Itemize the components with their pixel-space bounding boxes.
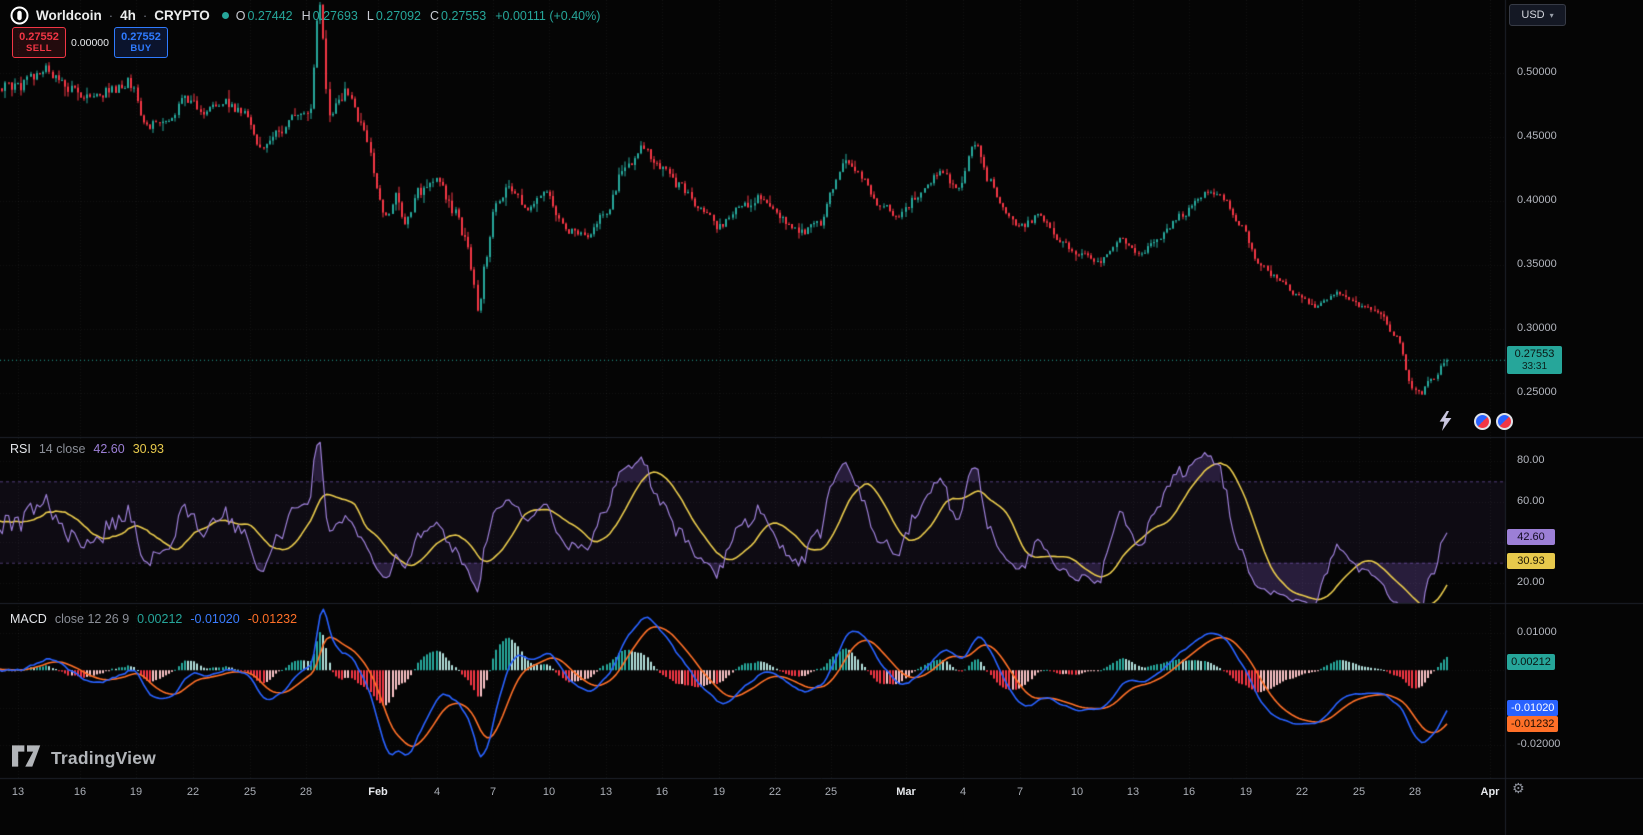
time-axis-label: 19 bbox=[1240, 786, 1252, 798]
rsi-value-tag: 42.60 bbox=[1507, 529, 1555, 545]
time-axis-label: Mar bbox=[896, 786, 916, 798]
last-price-value: 0.27553 bbox=[1507, 347, 1562, 361]
symbol-legend: Worldcoin · 4h · CRYPTO O0.27442 H0.2769… bbox=[10, 6, 600, 25]
market-status-dot bbox=[222, 12, 229, 19]
sell-label: SELL bbox=[26, 43, 52, 54]
time-axis-label: 13 bbox=[12, 786, 24, 798]
worldcoin-logo-icon bbox=[10, 6, 29, 25]
time-axis-label: 7 bbox=[490, 786, 496, 798]
rsi-params: 14 close bbox=[39, 442, 86, 456]
price-axis-label: 0.30000 bbox=[1517, 322, 1557, 335]
open-value: 0.27442 bbox=[247, 9, 292, 23]
rsi-ma-tag: 30.93 bbox=[1507, 553, 1555, 569]
time-axis-label: 28 bbox=[1409, 786, 1421, 798]
price-axis-label: 0.45000 bbox=[1517, 130, 1557, 143]
macd-hist-value: 0.00212 bbox=[137, 612, 182, 626]
low-value: 0.27092 bbox=[376, 9, 421, 23]
macd-line-value: -0.01020 bbox=[190, 612, 239, 626]
tradingview-watermark[interactable]: TradingView bbox=[12, 744, 156, 773]
macd-signal-tag: -0.01232 bbox=[1507, 716, 1558, 732]
time-axis-label: 13 bbox=[1127, 786, 1139, 798]
close-label: C bbox=[430, 9, 439, 23]
rsi-title[interactable]: RSI bbox=[10, 442, 31, 456]
chart-canvas[interactable] bbox=[0, 0, 1643, 835]
buy-button[interactable]: 0.27552 BUY bbox=[114, 27, 168, 58]
sell-price: 0.27552 bbox=[19, 31, 59, 43]
timeframe-button[interactable]: 4h bbox=[120, 8, 136, 23]
currency-label: USD bbox=[1521, 9, 1544, 21]
low-label: L bbox=[367, 9, 374, 23]
settings-gear-icon[interactable]: ⚙ bbox=[1512, 780, 1525, 797]
price-axis-label: 0.25000 bbox=[1517, 386, 1557, 399]
time-axis[interactable]: 13 16 19 22 25 28 Feb 4 7 10 13 16 19 22 25 Mar 4 7 10 13 16… bbox=[0, 778, 1643, 835]
macd-axis-label: -0.02000 bbox=[1517, 738, 1560, 751]
time-axis-label: 10 bbox=[1071, 786, 1083, 798]
open-label: O bbox=[236, 9, 246, 23]
trade-panel: 0.27552 SELL 0.00000 0.27552 BUY bbox=[12, 27, 168, 58]
time-axis-label: 10 bbox=[543, 786, 555, 798]
price-scale[interactable]: 0.50000 0.45000 0.40000 0.35000 0.30000 0.250… bbox=[1505, 0, 1643, 835]
time-axis-label: 28 bbox=[300, 786, 312, 798]
price-axis-label: 0.35000 bbox=[1517, 258, 1557, 271]
macd-signal-value: -0.01232 bbox=[248, 612, 297, 626]
tradingview-logo-icon bbox=[12, 744, 42, 773]
rsi-axis-label: 80.00 bbox=[1517, 454, 1545, 467]
time-axis-label: 4 bbox=[434, 786, 440, 798]
buy-price: 0.27552 bbox=[121, 31, 161, 43]
last-price-countdown: 33:31 bbox=[1507, 361, 1562, 373]
high-value: 0.27693 bbox=[313, 9, 358, 23]
tradingview-logo-text: TradingView bbox=[51, 748, 156, 769]
rsi-legend: RSI 14 close 42.60 30.93 bbox=[10, 442, 164, 456]
time-axis-label: 19 bbox=[130, 786, 142, 798]
macd-line-tag: -0.01020 bbox=[1507, 700, 1558, 716]
ohlc-values: O0.27442 H0.27693 L0.27092 C0.27553 +0.0… bbox=[236, 9, 601, 23]
last-price-tag: 0.2755333:31 bbox=[1507, 346, 1562, 374]
legend-separator: · bbox=[109, 8, 113, 23]
close-value: 0.27553 bbox=[441, 9, 486, 23]
symbol-name[interactable]: Worldcoin bbox=[36, 8, 102, 23]
rsi-ma-value: 30.93 bbox=[133, 442, 164, 456]
spread-value: 0.00000 bbox=[66, 37, 114, 49]
price-axis-label: 0.50000 bbox=[1517, 66, 1557, 79]
time-axis-label: 22 bbox=[187, 786, 199, 798]
time-axis-label: 4 bbox=[960, 786, 966, 798]
macd-params: close 12 26 9 bbox=[55, 612, 129, 626]
macd-axis-label: 0.01000 bbox=[1517, 626, 1557, 639]
chevron-down-icon: ▾ bbox=[1550, 11, 1554, 20]
time-axis-label: 25 bbox=[825, 786, 837, 798]
time-axis-label: 13 bbox=[600, 786, 612, 798]
time-axis-label: Feb bbox=[368, 786, 388, 798]
legend-separator: · bbox=[143, 8, 147, 23]
lightning-icon[interactable] bbox=[1438, 411, 1453, 436]
time-axis-label: 16 bbox=[656, 786, 668, 798]
change-value: +0.00111 (+0.40%) bbox=[495, 9, 600, 23]
time-axis-label: 25 bbox=[1353, 786, 1365, 798]
price-axis-label: 0.40000 bbox=[1517, 194, 1557, 207]
time-axis-label: 22 bbox=[1296, 786, 1308, 798]
sell-button[interactable]: 0.27552 SELL bbox=[12, 27, 66, 58]
time-axis-label: Apr bbox=[1481, 786, 1500, 798]
high-label: H bbox=[302, 9, 311, 23]
rsi-value: 42.60 bbox=[93, 442, 124, 456]
macd-legend: MACD close 12 26 9 0.00212 -0.01020 -0.0… bbox=[10, 612, 297, 626]
chart-app: Worldcoin · 4h · CRYPTO O0.27442 H0.2769… bbox=[0, 0, 1643, 835]
rsi-axis-label: 60.00 bbox=[1517, 495, 1545, 508]
macd-title[interactable]: MACD bbox=[10, 612, 47, 626]
time-axis-label: 25 bbox=[244, 786, 256, 798]
rsi-axis-label: 20.00 bbox=[1517, 576, 1545, 589]
time-axis-label: 22 bbox=[769, 786, 781, 798]
currency-selector[interactable]: USD ▾ bbox=[1509, 4, 1566, 26]
time-axis-label: 7 bbox=[1017, 786, 1023, 798]
time-axis-label: 19 bbox=[713, 786, 725, 798]
exchange-name[interactable]: CRYPTO bbox=[154, 8, 210, 23]
buy-label: BUY bbox=[130, 43, 151, 54]
badge-icon-1[interactable] bbox=[1474, 413, 1491, 430]
time-axis-label: 16 bbox=[1183, 786, 1195, 798]
time-axis-label: 16 bbox=[74, 786, 86, 798]
macd-hist-tag: 0.00212 bbox=[1507, 654, 1555, 670]
badge-icon-2[interactable] bbox=[1496, 413, 1513, 430]
